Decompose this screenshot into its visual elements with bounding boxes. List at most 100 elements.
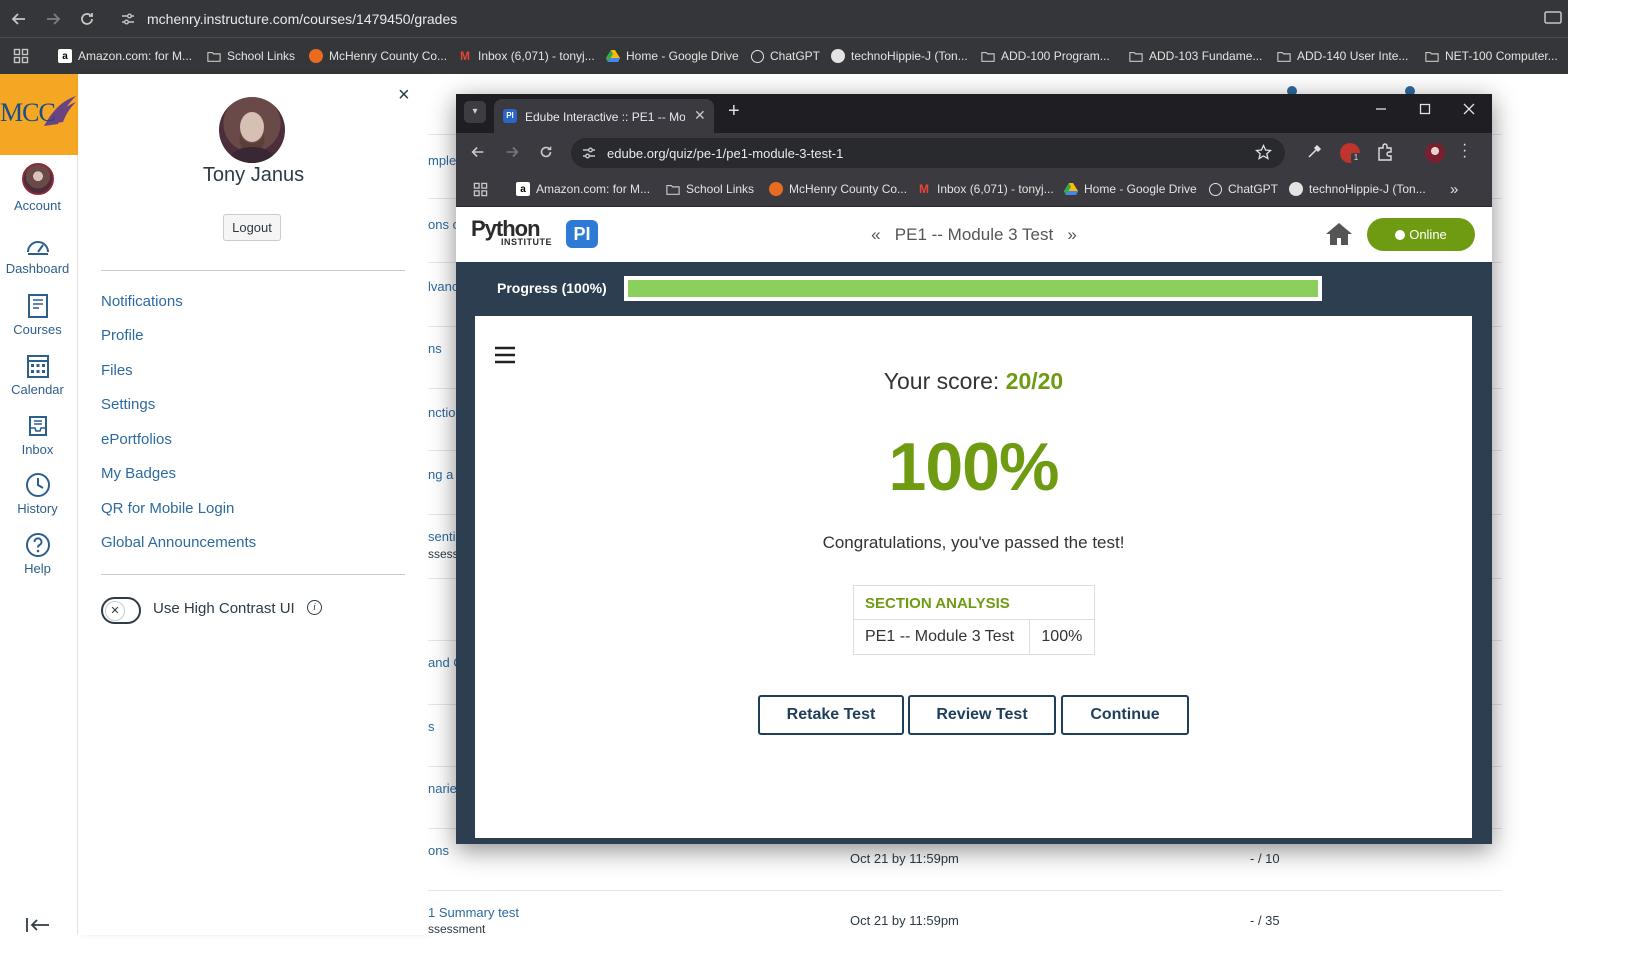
github-icon xyxy=(831,49,845,63)
bookmarks-bar: a Amazon.com: for M... School Links McHen… xyxy=(0,37,1568,74)
bookmark-github[interactable]: technoHippie-J (Ton... xyxy=(831,47,968,65)
drive-icon xyxy=(606,49,620,63)
reload-icon[interactable] xyxy=(77,9,97,29)
bookmark-gmail[interactable]: M Inbox (6,071) - tonyj... xyxy=(458,47,595,65)
progress-bar xyxy=(624,276,1322,301)
address-bar[interactable]: edube.org/quiz/pe-1/pe1-module-3-test-1 xyxy=(571,138,1285,168)
bookmark-gmail[interactable]: M Inbox (6,071) - tonyj... xyxy=(917,180,1054,198)
help-icon xyxy=(25,533,50,557)
courses-icon xyxy=(27,294,48,318)
info-icon[interactable]: i xyxy=(307,600,322,615)
profile-avatar[interactable] xyxy=(1425,143,1445,163)
site-settings-icon[interactable] xyxy=(120,11,136,27)
site-settings-icon[interactable] xyxy=(581,145,597,161)
extension-icon[interactable]: 1 xyxy=(1340,143,1361,163)
review-test-button[interactable]: Review Test xyxy=(908,695,1056,735)
link-profile[interactable]: Profile xyxy=(101,327,144,344)
bookmark-chatgpt[interactable]: ChatGPT xyxy=(751,47,820,65)
nav-help[interactable]: Help xyxy=(0,532,75,576)
bookmark-add-100[interactable]: ADD-100 Program... xyxy=(981,47,1110,65)
result-card: Your score: 20/20 100% Congratulations, … xyxy=(475,316,1472,838)
forward-icon[interactable] xyxy=(43,9,63,29)
continue-button[interactable]: Continue xyxy=(1061,695,1189,735)
close-tab-icon[interactable]: ✕ xyxy=(694,107,706,124)
folder-icon xyxy=(666,182,680,196)
eyedropper-icon[interactable] xyxy=(1306,144,1322,160)
bookmark-school-links[interactable]: School Links xyxy=(666,180,754,198)
folder-icon xyxy=(1277,49,1291,63)
back-icon[interactable] xyxy=(9,9,29,29)
mcc-logo[interactable]: MCC xyxy=(0,74,78,155)
high-contrast-toggle[interactable]: ✕ xyxy=(101,597,141,624)
menu-kebab-icon[interactable]: · · · xyxy=(1462,137,1467,165)
section-analysis-table: SECTION ANALYSIS PE1 -- Module 3 Test 10… xyxy=(853,585,1095,655)
bookmarks-bar: a Amazon.com: for M... School Links McHen… xyxy=(456,172,1492,207)
forward-icon[interactable] xyxy=(503,143,521,161)
apps-icon[interactable] xyxy=(13,47,29,65)
bookmark-add-103[interactable]: ADD-103 Fundame... xyxy=(1129,47,1262,65)
section-score: 100% xyxy=(1028,619,1095,655)
folder-icon xyxy=(1425,49,1439,63)
extensions-puzzle-icon[interactable] xyxy=(1376,143,1394,161)
logout-button[interactable]: Logout xyxy=(223,214,281,241)
reload-icon[interactable] xyxy=(537,143,555,161)
link-my-badges[interactable]: My Badges xyxy=(101,465,176,482)
section-name: PE1 -- Module 3 Test xyxy=(853,619,1030,655)
bookmark-mcc[interactable]: McHenry County Co... xyxy=(769,180,907,198)
more-bookmarks-icon[interactable]: » xyxy=(1450,180,1458,198)
tab-search-icon[interactable]: ▾ xyxy=(464,101,486,123)
bookmark-chatgpt[interactable]: ChatGPT xyxy=(1209,180,1278,198)
divider xyxy=(101,574,405,575)
address-bar[interactable]: mchenry.instructure.com/courses/1479450/… xyxy=(147,11,457,27)
close-icon[interactable]: × xyxy=(398,84,410,107)
link-eportfolios[interactable]: ePortfolios xyxy=(101,431,172,448)
outer-browser-toolbar: mchenry.instructure.com/courses/1479450/… xyxy=(0,0,1568,37)
nav-inbox[interactable]: Inbox xyxy=(0,413,75,457)
nav-calendar[interactable]: Calendar xyxy=(0,353,75,397)
bookmark-school-links[interactable]: School Links xyxy=(207,47,295,65)
home-icon[interactable] xyxy=(1325,221,1353,247)
back-icon[interactable] xyxy=(469,143,487,161)
nav-account[interactable]: Account xyxy=(0,163,75,213)
link-files[interactable]: Files xyxy=(101,362,133,379)
close-window-icon[interactable] xyxy=(1462,102,1476,116)
collapse-nav-icon[interactable] xyxy=(25,916,51,934)
congrats-message: Congratulations, you've passed the test! xyxy=(822,533,1125,552)
progress-label: Progress (100%) xyxy=(497,280,607,296)
maximize-icon[interactable] xyxy=(1418,102,1432,116)
calendar-icon xyxy=(26,355,49,378)
link-global-announcements[interactable]: Global Announcements xyxy=(101,534,256,551)
window-toolbar: edube.org/quiz/pe-1/pe1-module-3-test-1 … xyxy=(456,133,1492,172)
avatar xyxy=(21,163,54,195)
nav-dashboard[interactable]: Dashboard xyxy=(0,234,75,276)
bookmark-drive[interactable]: Home - Google Drive xyxy=(1064,180,1197,198)
nav-courses[interactable]: Courses xyxy=(0,293,75,337)
bookmark-star-icon[interactable] xyxy=(1255,144,1272,161)
bookmark-net-100[interactable]: NET-100 Computer... xyxy=(1425,47,1558,65)
nav-history[interactable]: History xyxy=(0,472,75,516)
bookmark-amazon[interactable]: a Amazon.com: for M... xyxy=(516,180,650,198)
bookmark-drive[interactable]: Home - Google Drive xyxy=(606,47,739,65)
chatgpt-icon xyxy=(1209,182,1222,196)
bookmark-add-140[interactable]: ADD-140 User Inte... xyxy=(1277,47,1408,65)
new-tab-icon[interactable]: + xyxy=(728,100,740,123)
prev-icon[interactable]: « xyxy=(871,225,880,244)
bookmark-amazon[interactable]: a Amazon.com: for M... xyxy=(58,47,192,65)
link-qr-mobile-login[interactable]: QR for Mobile Login xyxy=(101,500,234,517)
apps-icon[interactable] xyxy=(473,180,488,198)
github-icon xyxy=(1289,182,1303,196)
screen-share-icon[interactable] xyxy=(1544,9,1562,27)
link-notifications[interactable]: Notifications xyxy=(101,293,183,310)
next-icon[interactable]: » xyxy=(1067,225,1076,244)
tab-edube[interactable]: PI Edube Interactive :: PE1 -- Module 3 … xyxy=(494,99,714,133)
high-contrast-label: Use High Contrast UI xyxy=(153,600,295,617)
hamburger-menu-icon[interactable] xyxy=(494,346,516,364)
account-tray: × Tony Janus Logout Notifications Profil… xyxy=(79,74,428,935)
bookmark-mcc[interactable]: McHenry County Co... xyxy=(309,47,447,65)
score-line: Your score: 20/20 xyxy=(475,368,1472,395)
close-icon: ✕ xyxy=(105,601,125,621)
minimize-icon[interactable] xyxy=(1374,102,1388,116)
link-settings[interactable]: Settings xyxy=(101,396,155,413)
retake-test-button[interactable]: Retake Test xyxy=(758,695,904,735)
bookmark-github[interactable]: technoHippie-J (Ton... xyxy=(1289,180,1426,198)
